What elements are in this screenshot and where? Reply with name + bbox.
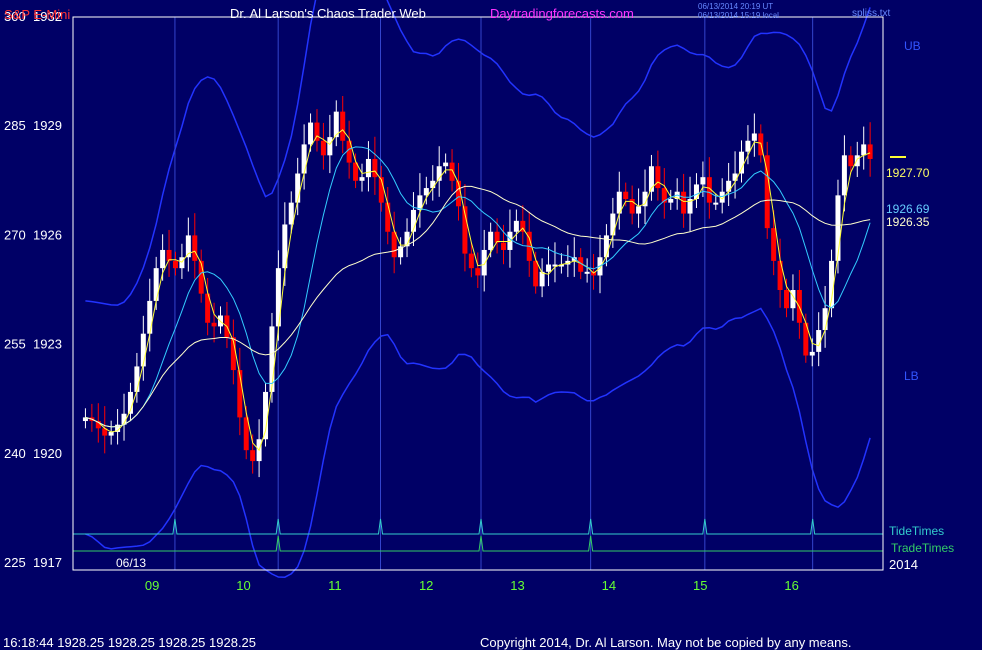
up-bar bbox=[160, 249, 166, 269]
up-bar bbox=[546, 264, 552, 272]
y-tick-osc-label: 285 bbox=[4, 118, 26, 133]
y-tick-osc-label: 255 bbox=[4, 337, 26, 352]
up-bar bbox=[713, 202, 719, 205]
date-label: 06/13 bbox=[116, 556, 146, 570]
down-bar bbox=[771, 228, 777, 261]
y-tick-price-label: 1923 bbox=[33, 337, 62, 352]
down-bar bbox=[340, 111, 346, 141]
up-bar bbox=[488, 231, 494, 250]
x-tick-label: 15 bbox=[693, 578, 707, 593]
down-bar bbox=[681, 191, 687, 214]
y-tick-price-label: 1920 bbox=[33, 446, 62, 461]
timestamp-ut: 06/13/2014 20:19 UT bbox=[698, 2, 773, 11]
up-bar bbox=[745, 140, 751, 152]
y-tick-price-label: 1917 bbox=[33, 555, 62, 570]
x-tick-label: 14 bbox=[602, 578, 616, 593]
up-bar bbox=[359, 177, 365, 181]
up-bar bbox=[732, 173, 738, 181]
up-bar bbox=[809, 351, 815, 356]
up-bar bbox=[584, 271, 590, 274]
up-bar bbox=[179, 257, 185, 269]
up-bar bbox=[841, 155, 847, 196]
copyright-notice: Copyright 2014, Dr. Al Larson. May not b… bbox=[480, 635, 851, 650]
trade-times-label: TradeTimes bbox=[891, 541, 954, 555]
y-tick-osc-label: 240 bbox=[4, 446, 26, 461]
up-bar bbox=[153, 268, 159, 301]
data-file-name: spliss.txt bbox=[852, 8, 891, 19]
tide-times-label: TideTimes bbox=[889, 524, 944, 538]
y-tick-price-label: 1926 bbox=[33, 227, 62, 242]
up-bar bbox=[147, 300, 153, 334]
down-bar bbox=[320, 140, 326, 156]
up-bar bbox=[861, 144, 867, 156]
x-tick-label: 10 bbox=[236, 578, 250, 593]
price-label: 1926.69 bbox=[886, 202, 930, 216]
down-bar bbox=[211, 322, 217, 327]
up-bar bbox=[301, 144, 307, 174]
down-bar bbox=[655, 166, 661, 189]
up-bar bbox=[443, 162, 449, 167]
up-bar bbox=[539, 271, 545, 287]
up-bar bbox=[513, 220, 519, 232]
x-tick-label: 16 bbox=[784, 578, 798, 593]
up-bar bbox=[738, 151, 744, 174]
down-bar bbox=[385, 202, 391, 232]
down-bar bbox=[623, 191, 629, 199]
year-label: 2014 bbox=[889, 557, 918, 572]
down-bar bbox=[198, 260, 204, 294]
price-label: 1927.70 bbox=[886, 166, 930, 180]
up-bar bbox=[134, 366, 140, 392]
down-bar bbox=[172, 260, 178, 269]
down-bar bbox=[475, 268, 481, 276]
down-bar bbox=[372, 158, 378, 178]
up-bar bbox=[636, 206, 642, 214]
up-bar bbox=[430, 180, 436, 189]
last-quote: 16:18:44 1928.25 1928.25 1928.25 1928.25 bbox=[3, 635, 256, 650]
up-bar bbox=[308, 122, 314, 145]
down-bar bbox=[468, 253, 474, 269]
x-tick-label: 13 bbox=[510, 578, 524, 593]
down-bar bbox=[250, 450, 256, 462]
chart-canvas: 300 1932285 1929270 1926255 1923240 1920225 19… bbox=[0, 0, 982, 650]
x-tick-label: 11 bbox=[328, 578, 342, 593]
up-bar bbox=[700, 177, 706, 185]
down-bar bbox=[192, 235, 198, 261]
site-title: Dr. Al Larson's Chaos Trader Web bbox=[230, 6, 426, 21]
upper-band-label: UB bbox=[904, 39, 921, 53]
up-bar bbox=[693, 184, 699, 199]
up-bar bbox=[822, 308, 828, 331]
lower-band-label: LB bbox=[904, 369, 919, 383]
timestamp-local: 06/13/2014 15:19 local bbox=[698, 11, 779, 20]
up-bar bbox=[327, 137, 333, 156]
site-url[interactable]: Daytradingforecasts.com bbox=[490, 6, 634, 21]
up-bar bbox=[481, 249, 487, 276]
x-tick-label: 12 bbox=[419, 578, 433, 593]
up-bar bbox=[610, 213, 616, 236]
y-tick-osc-label: 225 bbox=[4, 555, 26, 570]
up-bar bbox=[668, 199, 674, 203]
down-bar bbox=[501, 242, 507, 250]
down-bar bbox=[867, 144, 873, 159]
up-bar bbox=[854, 155, 860, 167]
x-tick-label: 09 bbox=[145, 578, 159, 593]
down-bar bbox=[784, 290, 790, 309]
down-bar bbox=[533, 260, 539, 287]
y-tick-osc-label: 270 bbox=[4, 227, 26, 242]
symbol-title: S&P E-Mini bbox=[4, 7, 70, 22]
up-bar bbox=[365, 158, 371, 178]
up-bar bbox=[751, 133, 757, 141]
up-bar bbox=[726, 180, 732, 192]
down-bar bbox=[449, 162, 455, 181]
price-label: 1926.35 bbox=[886, 215, 930, 229]
down-bar bbox=[848, 155, 854, 167]
y-tick-price-label: 1929 bbox=[33, 118, 62, 133]
